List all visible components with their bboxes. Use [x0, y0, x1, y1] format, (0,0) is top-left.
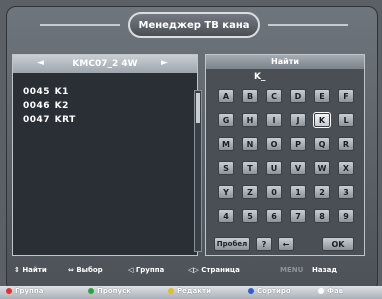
help-back: Назад	[312, 266, 338, 274]
window-title: Менеджер ТВ кана	[128, 12, 260, 38]
red-dot-icon	[6, 288, 12, 294]
yellow-key-edit[interactable]: Редакти	[168, 287, 211, 295]
help-menu: MENU	[280, 266, 304, 274]
green-dot-icon	[88, 288, 94, 294]
red-key-group[interactable]: Группа	[6, 287, 43, 295]
key-d[interactable]: D	[290, 89, 306, 103]
key-5[interactable]: 5	[242, 209, 258, 223]
key-2[interactable]: 2	[314, 185, 330, 199]
channel-row[interactable]: 0045 K1	[23, 87, 83, 97]
key-j[interactable]: J	[290, 113, 306, 127]
channel-name: KRT	[54, 115, 76, 125]
color-key-bar: Группа Пропуск Редакти Сортиро Фав	[0, 286, 382, 299]
key-x[interactable]: X	[338, 161, 354, 175]
key-v[interactable]: V	[290, 161, 306, 175]
key-8[interactable]: 8	[314, 209, 330, 223]
key-n[interactable]: N	[242, 137, 258, 151]
key-m[interactable]: M	[218, 137, 234, 151]
satellite-name: KMC07_2 4W	[72, 59, 138, 69]
key-b[interactable]: B	[242, 89, 258, 103]
key-l[interactable]: L	[338, 113, 354, 127]
channel-name: K2	[54, 101, 69, 111]
key-h[interactable]: H	[242, 113, 258, 127]
channel-number: 0046	[23, 101, 51, 111]
key-g[interactable]: G	[218, 113, 234, 127]
key-t[interactable]: T	[242, 161, 258, 175]
key-a[interactable]: A	[218, 89, 234, 103]
key-4[interactable]: 4	[218, 209, 234, 223]
key-i[interactable]: I	[266, 113, 282, 127]
white-dot-icon	[318, 288, 324, 294]
key-0[interactable]: 0	[266, 185, 282, 199]
key-1[interactable]: 1	[290, 185, 306, 199]
search-keyboard-panel: Найти K_ ABCDEF GHIJKL MNOPQR STUVWX YZ0123 4…	[205, 54, 365, 256]
key-w[interactable]: W	[314, 161, 330, 175]
key-3[interactable]: 3	[338, 185, 354, 199]
channel-name: K1	[54, 87, 69, 97]
key-6[interactable]: 6	[266, 209, 282, 223]
key-u[interactable]: U	[266, 161, 282, 175]
left-arrow-icon[interactable]: ◄	[37, 58, 44, 68]
title-divider-right	[268, 24, 348, 26]
channel-number: 0047	[23, 115, 51, 125]
scrollbar-thumb[interactable]	[196, 93, 200, 123]
search-input[interactable]: K_	[254, 72, 314, 84]
title-divider-left	[40, 24, 120, 26]
key-7[interactable]: 7	[290, 209, 306, 223]
key-c[interactable]: C	[266, 89, 282, 103]
right-arrow-icon[interactable]: ►	[161, 58, 168, 68]
help-select: ⇔ Выбор	[68, 266, 103, 274]
channel-row[interactable]: 0047 KRT	[23, 115, 83, 125]
white-key-fav[interactable]: Фав	[318, 287, 343, 295]
key-o[interactable]: O	[266, 137, 282, 151]
key-r[interactable]: R	[338, 137, 354, 151]
green-key-skip[interactable]: Пропуск	[88, 287, 131, 295]
help-page: ◁▷ Страница	[188, 266, 240, 274]
key-z[interactable]: Z	[242, 185, 258, 199]
satellite-selector[interactable]: ◄ KMC07_2 4W ►	[13, 55, 197, 73]
ok-key[interactable]: OK	[322, 237, 354, 251]
key-p[interactable]: P	[290, 137, 306, 151]
help-find: ⇕ Найти	[14, 266, 47, 274]
channel-row[interactable]: 0046 K2	[23, 101, 83, 111]
blue-key-sort[interactable]: Сортиро	[248, 287, 291, 295]
key-y[interactable]: Y	[218, 185, 234, 199]
help-bar: ⇕ Найти ⇔ Выбор ◁ Группа ◁▷ Страница MEN…	[10, 266, 370, 278]
key-k[interactable]: K	[313, 112, 331, 128]
key-q[interactable]: Q	[314, 137, 330, 151]
help-group: ◁ Группа	[128, 266, 165, 274]
channel-list-panel: ◄ KMC07_2 4W ► 0045 K1 0046 K2 0047 KRT	[12, 54, 198, 256]
channel-number: 0045	[23, 87, 51, 97]
yellow-dot-icon	[168, 288, 174, 294]
blue-dot-icon	[248, 288, 254, 294]
search-title: Найти	[206, 55, 364, 69]
space-key[interactable]: Пробел	[214, 237, 250, 251]
key-9[interactable]: 9	[338, 209, 354, 223]
key-f[interactable]: F	[338, 89, 354, 103]
key-s[interactable]: S	[218, 161, 234, 175]
channel-scrollbar[interactable]	[194, 90, 202, 252]
backspace-key[interactable]: ←	[278, 237, 294, 251]
key-e[interactable]: E	[314, 89, 330, 103]
help-key[interactable]: ?	[256, 237, 272, 251]
